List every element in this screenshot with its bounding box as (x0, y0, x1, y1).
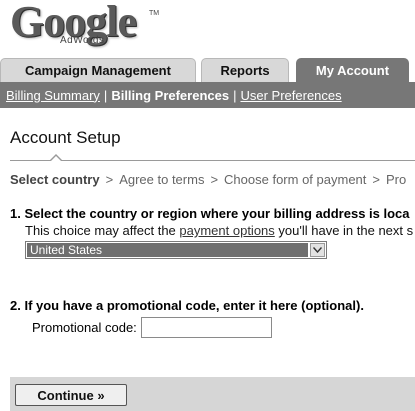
country-question-note: This choice may affect the payment optio… (25, 223, 413, 238)
subnav-billing-summary[interactable]: Billing Summary (6, 88, 100, 103)
continue-button[interactable]: Continue » (15, 384, 127, 406)
country-select-value: United States (27, 243, 308, 257)
google-adwords-logo: Google TM AdWords (10, 0, 170, 50)
country-select[interactable]: United States (25, 241, 327, 259)
payment-options-link[interactable]: payment options (179, 223, 274, 238)
note-suffix: you'll have in the next s (274, 223, 414, 238)
step-arrow: > (210, 172, 219, 187)
note-prefix: This choice may affect the (25, 223, 180, 238)
subnav-separator: | (103, 87, 108, 103)
page-title: Account Setup (10, 128, 121, 147)
tab-reports[interactable]: Reports (201, 58, 289, 82)
step-select-country: Select country (10, 172, 100, 187)
step-arrow: > (105, 172, 114, 187)
step-next: Pro (386, 172, 407, 187)
promo-code-input[interactable] (141, 317, 272, 338)
country-question-heading: 1. Select the country or region where yo… (10, 206, 410, 221)
subnav-billing-preferences[interactable]: Billing Preferences (111, 88, 229, 103)
step-pointer-fill (51, 156, 61, 161)
logo-product-name: AdWords (60, 35, 105, 46)
step-choose-payment: Choose form of payment (224, 172, 367, 187)
subnav-user-preferences[interactable]: User Preferences (240, 88, 341, 103)
setup-steps: Select country > Agree to terms > Choose for… (10, 172, 406, 187)
promo-code-label: Promotional code: (32, 320, 137, 335)
subnav-separator: | (233, 87, 237, 103)
title-divider (10, 160, 415, 161)
account-subnav: Billing Summary | Billing Preferences | … (0, 82, 415, 108)
promo-question-heading: 2. If you have a promotional code, enter… (10, 298, 364, 313)
tab-my-account[interactable]: My Account (296, 58, 409, 82)
chevron-down-icon[interactable] (310, 243, 325, 257)
tab-campaign-management[interactable]: Campaign Management (0, 58, 196, 82)
logo-trademark: TM (149, 10, 160, 17)
step-arrow: > (372, 172, 380, 187)
step-agree-to-terms: Agree to terms (119, 172, 205, 187)
main-tabs: Campaign Management Reports My Account (0, 58, 415, 82)
